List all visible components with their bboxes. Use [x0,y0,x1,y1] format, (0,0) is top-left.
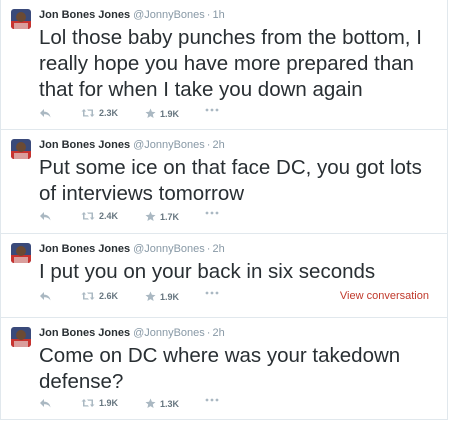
separator-dot: · [206,9,211,21]
more-button[interactable] [205,398,219,402]
tweet-header: Jon Bones Jones @JonnyBones · 2h [39,243,225,255]
retweet-count: 2.6K [99,291,119,301]
author-handle[interactable]: @JonnyBones [133,9,205,21]
retweet-button[interactable]: 2.3K [81,108,118,118]
favorite-count: 1.9K [160,108,180,119]
author-name[interactable]: Jon Bones Jones [39,327,130,339]
reply-button[interactable] [39,211,51,221]
avatar[interactable] [11,327,31,347]
favorite-count: 1.3K [160,398,180,409]
author-handle[interactable]: @JonnyBones [133,139,205,151]
separator-dot: · [206,139,211,151]
tweet-text: Lol those baby punches from the bottom, … [39,26,422,101]
more-button[interactable] [205,211,219,215]
reply-button[interactable] [39,291,51,301]
favorite-count: 1.7K [160,211,180,222]
avatar[interactable] [11,139,31,159]
reply-icon [40,212,51,221]
reply-button[interactable] [39,398,51,408]
timestamp[interactable]: 2h [212,139,224,151]
star-icon [145,291,156,301]
retweet-button[interactable]: 2.4K [81,211,118,221]
reply-icon [40,292,51,301]
star-icon [145,108,156,118]
author-name[interactable]: Jon Bones Jones [39,243,130,255]
avatar[interactable] [11,243,31,263]
timestamp[interactable]: 1h [212,9,224,21]
tweet-header: Jon Bones Jones @JonnyBones · 2h [39,327,225,339]
author-handle[interactable]: @JonnyBones [133,243,205,255]
timeline: Jon Bones Jones @JonnyBones · 1h Lol those … [0,0,450,423]
more-button[interactable] [205,291,219,295]
reply-icon [40,399,51,408]
more-dots-icon [205,291,219,295]
separator-dot: · [206,327,211,339]
author-name[interactable]: Jon Bones Jones [39,139,130,151]
retweet-count: 2.4K [99,211,119,221]
tweet[interactable]: Jon Bones Jones @JonnyBones · 2h Come on DC… [0,318,448,420]
tweet-header: Jon Bones Jones @JonnyBones · 1h [39,9,225,21]
retweet-count: 1.9K [99,398,119,408]
tweet-text: Come on DC where was your takedown defen… [39,344,401,393]
avatar[interactable] [11,9,31,29]
reply-icon [40,109,51,118]
tweet-header: Jon Bones Jones @JonnyBones · 2h [39,139,225,151]
tweet-text: Put some ice on that face DC, you got lo… [39,156,422,205]
tweet[interactable]: Jon Bones Jones @JonnyBones · 2h Put some i… [0,130,448,234]
favorite-button[interactable]: 1.7K [145,211,179,222]
view-conversation-link[interactable]: View conversation [340,290,429,302]
author-handle[interactable]: @JonnyBones [133,327,205,339]
retweet-button[interactable]: 1.9K [81,398,118,408]
favorite-button[interactable]: 1.9K [145,108,179,119]
reply-button[interactable] [39,108,51,118]
retweet-count: 2.3K [99,108,119,118]
favorite-button[interactable]: 1.9K [145,291,179,302]
timestamp[interactable]: 2h [212,327,224,339]
favorite-button[interactable]: 1.3K [145,398,179,409]
more-dots-icon [205,398,219,402]
tweet[interactable]: Jon Bones Jones @JonnyBones · 2h I put you … [0,234,448,318]
more-dots-icon [205,211,219,215]
star-icon [145,398,156,408]
more-dots-icon [205,108,219,112]
favorite-count: 1.9K [160,291,180,302]
tweet-text: I put you on your back in six seconds [39,260,376,283]
tweet[interactable]: Jon Bones Jones @JonnyBones · 1h Lol those … [0,0,448,130]
retweet-icon [81,212,95,220]
retweet-button[interactable]: 2.6K [81,291,118,301]
star-icon [145,211,156,221]
retweet-icon [81,399,95,407]
more-button[interactable] [205,108,219,112]
retweet-icon [81,292,95,300]
author-name[interactable]: Jon Bones Jones [39,9,130,21]
timestamp[interactable]: 2h [212,243,224,255]
retweet-icon [81,109,95,117]
separator-dot: · [206,243,211,255]
